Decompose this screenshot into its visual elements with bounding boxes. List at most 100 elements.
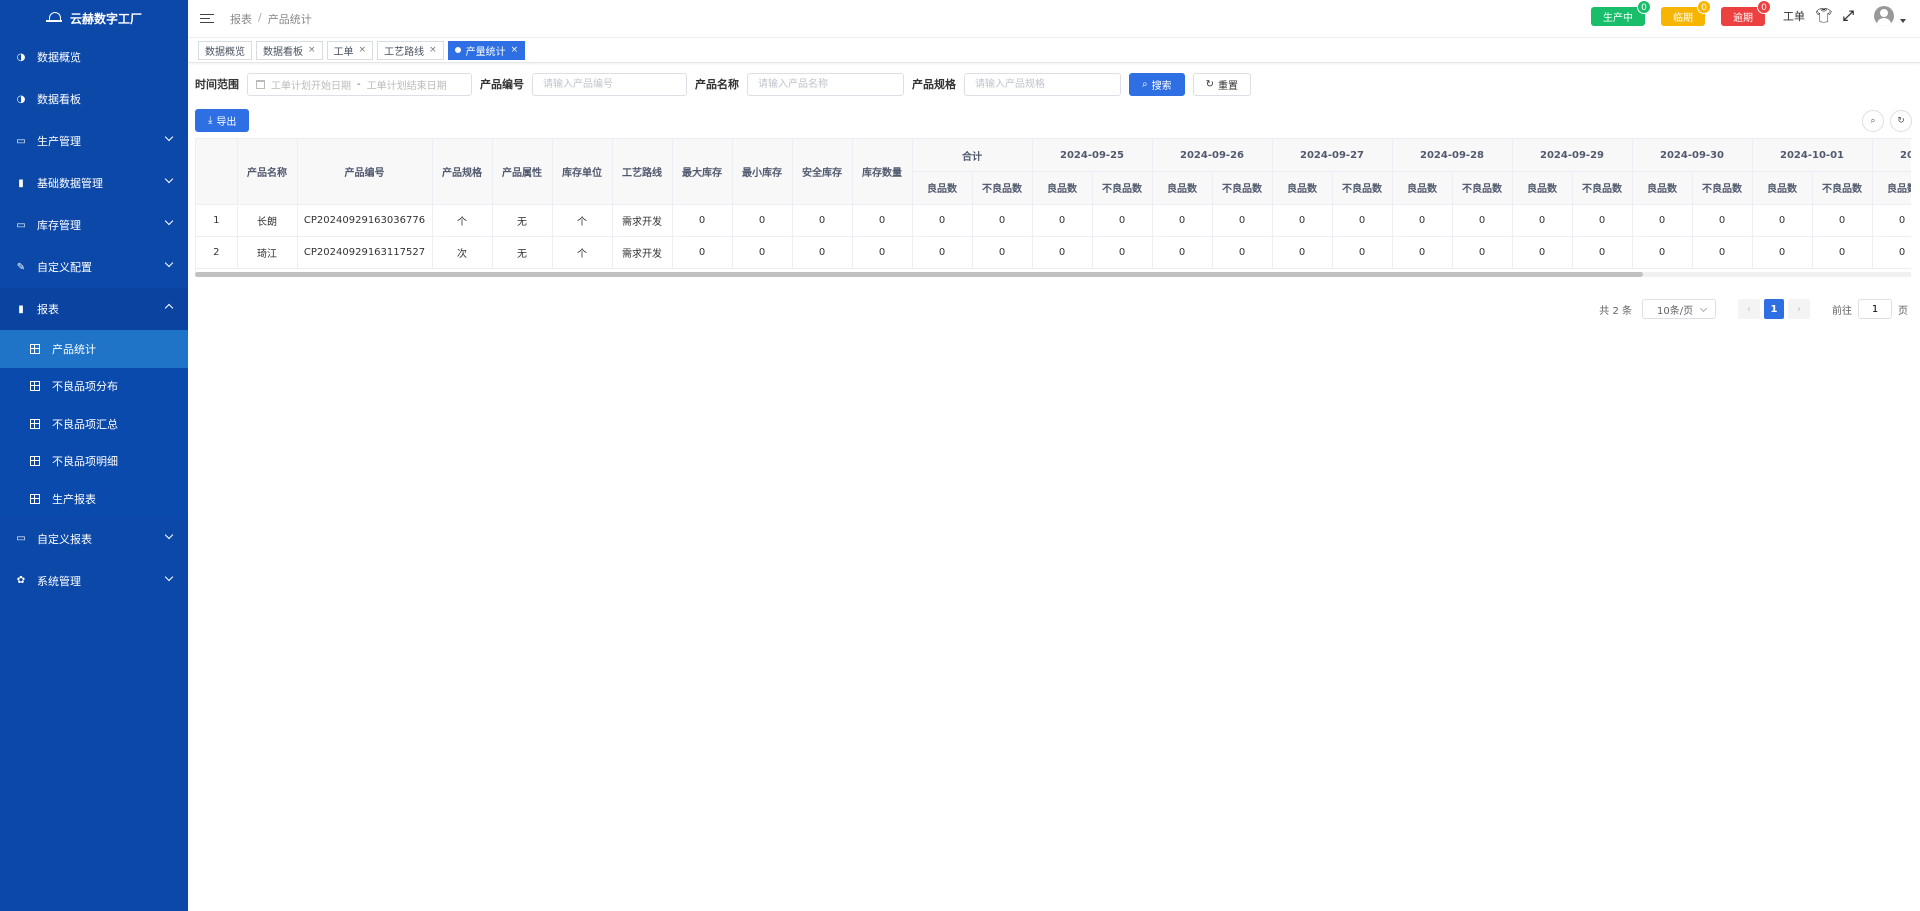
close-icon[interactable]: × [429,45,437,55]
table-cell: 0 [1392,204,1453,237]
sidebar-subitem-4[interactable]: 生产报表 [0,480,188,518]
sidebar-item-6[interactable]: ▮ 报表 [0,288,188,330]
page-size-select[interactable]: 10条/页 [1642,299,1716,319]
sidebar-item-1[interactable]: ◑ 数据看板 [0,78,188,120]
group-column-header: 2024-09-30 [1632,139,1753,172]
table-cell: 需求开发 [612,236,673,269]
date-range-picker[interactable]: 工单计划开始日期 - 工单计划结束日期 [247,72,472,96]
status-button-1[interactable]: 临期 0 [1661,0,1712,26]
table-cell: 0 [1572,236,1633,269]
sub-column-header: 不良品数 [972,171,1033,205]
product-stats-table-wrapper: 产品名称 产品编号 产品规格 产品属性 库存单位 工艺路线 最大库存 最小库存 安全库存 库存数量… [195,138,1911,276]
sidebar-item-label: 基础数据管理 [37,177,103,190]
status-count-badge: 0 [1757,0,1772,14]
table-cell: 0 [912,236,973,269]
table-cell: 0 [672,204,733,237]
close-icon[interactable]: × [359,45,367,55]
status-button-0[interactable]: 生产中 0 [1591,0,1652,26]
reset-button-label: 重置 [1218,80,1238,92]
table-cell: 0 [1692,204,1753,237]
sidebar-item-3[interactable]: ▮ 基础数据管理 [0,162,188,204]
table-header-row: 产品名称 产品编号 产品规格 产品属性 库存单位 工艺路线 最大库存 最小库存 安全库存 库存数量… [196,139,1911,205]
table-row[interactable]: 2 琦江 CP20240929163117527 次无个需求开发 0 0 0 0 0 0 0 0 0 0 0… [196,236,1911,269]
product-code-label: 产品编号 [480,78,524,91]
prev-page-button[interactable]: ‹ [1738,299,1760,319]
time-range-label: 时间范围 [195,78,239,91]
product-name-input[interactable] [747,72,904,96]
reset-button[interactable]: ↻ 重置 [1192,72,1251,96]
product-code-input[interactable] [532,72,687,96]
sidebar-subitem-0[interactable]: 产品统计 [0,330,188,368]
scrollbar-thumb[interactable] [195,272,1643,277]
breadcrumb-item-reports[interactable]: 报表 [230,11,252,27]
factory-logo-icon [45,12,62,24]
table-cell: 0 [1632,236,1693,269]
sub-column-header: 不良品数 [1452,171,1513,205]
page-size-value: 10条/页 [1657,305,1694,317]
sidebar-item-4[interactable]: ▭ 库存管理 [0,204,188,246]
sidebar-subitem-label: 不良品项汇总 [52,417,118,431]
table-cell: 0 [1752,236,1813,269]
goto-page-input[interactable] [1858,299,1892,319]
sub-column-header: 不良品数 [1332,171,1393,205]
fullscreen-icon[interactable]: ⤢ [1843,8,1854,24]
table-row[interactable]: 1 长朗 CP20240929163036776 个无个需求开发 0 0 0 0 0 0 0 0 0 0 0… [196,204,1911,237]
table-cell: 0 [1032,236,1093,269]
sidebar-subitem-2[interactable]: 不良品项汇总 [0,405,188,443]
tab-0[interactable]: 数据概览 [198,40,252,60]
next-page-button[interactable]: › [1788,299,1810,319]
sidebar-item-7[interactable]: ▭ 自定义报表 [0,518,188,560]
sidebar-item-5[interactable]: ✎ 自定义配置 [0,246,188,288]
table-cell: 长朗 [237,204,298,237]
close-icon[interactable]: × [511,45,519,55]
sidebar-subitem-label: 产品统计 [52,342,96,356]
table-cell: 0 [1572,204,1633,237]
sidebar-subitem-1[interactable]: 不良品项分布 [0,368,188,406]
table-cell: 0 [732,204,793,237]
tab-3[interactable]: 工艺路线 × [377,40,444,60]
export-button[interactable]: ⤓ 导出 [195,109,250,132]
horizontal-scrollbar[interactable] [195,272,1911,277]
column-header: 最大库存 [672,139,733,205]
sidebar-item-label: 数据概览 [37,51,81,64]
sidebar-item-2[interactable]: ▭ 生产管理 [0,120,188,162]
search-button[interactable]: ⌕ 搜索 [1129,72,1185,96]
page-number-1[interactable]: 1 [1764,299,1784,319]
menu-toggle-icon[interactable] [200,13,214,24]
close-icon[interactable]: × [308,45,316,55]
sidebar-subitem-3[interactable]: 不良品项明细 [0,443,188,481]
table-cell: 0 [1032,204,1093,237]
chevron-down-icon [164,132,174,142]
status-button-2[interactable]: 逾期 0 [1721,0,1772,26]
avatar-dropdown-icon[interactable] [1900,19,1906,23]
sidebar-item-label: 报表 [37,303,59,316]
chevron-up-icon [164,303,174,313]
range-separator: - [357,78,361,90]
tshirt-icon[interactable]: 👕︎ [1815,8,1833,24]
table-cell: 0 [1452,204,1513,237]
table-cell: 0 [1272,204,1333,237]
user-avatar[interactable] [1874,6,1894,26]
table-cell: 0 [1092,204,1153,237]
refresh-button[interactable]: ↻ [1890,110,1912,132]
table-cell: 0 [1272,236,1333,269]
sub-column-header: 良品数 [1272,171,1333,205]
tab-4[interactable]: 产量统计 × [447,40,526,60]
product-spec-input[interactable] [964,72,1121,96]
sidebar-item-8[interactable]: ✿ 系统管理 [0,560,188,602]
table-cell: 0 [1392,236,1453,269]
table-cell: 0 [1512,204,1573,237]
sidebar-item-0[interactable]: ◑ 数据概览 [0,36,188,78]
tab-2[interactable]: 工单 × [326,40,374,60]
chevron-down-icon [164,530,174,539]
calendar-icon [256,79,265,89]
app-logo[interactable]: 云赫数字工厂 [0,0,188,36]
table-cell: 0 [1332,236,1393,269]
tab-label: 工艺路线 [384,46,425,58]
table-cell: 0 [1152,204,1213,237]
tab-1[interactable]: 数据看板 × [256,40,323,60]
table-cell: 0 [972,236,1033,269]
workorder-label[interactable]: 工单 [1783,8,1805,24]
pagination-total: 共 2 条 [1599,305,1632,317]
toggle-search-button[interactable]: ⌕ [1862,110,1884,132]
